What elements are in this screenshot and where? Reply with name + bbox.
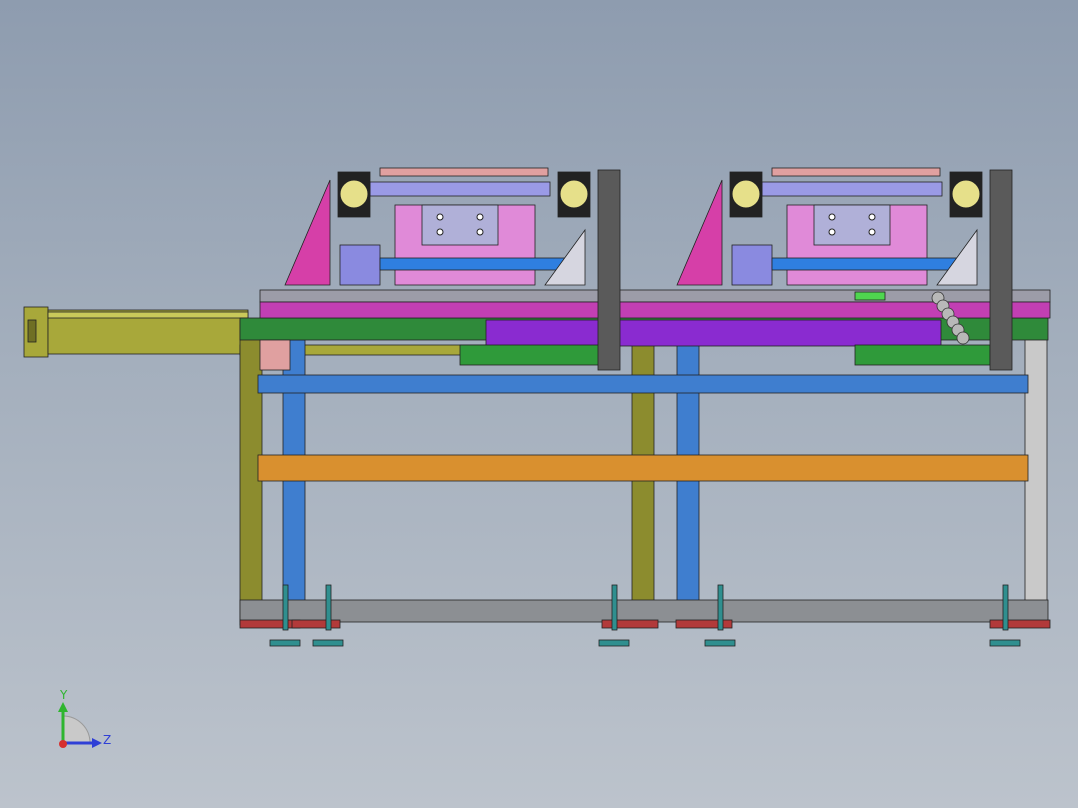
cylinder-port bbox=[27, 319, 37, 343]
foot-3-stem bbox=[611, 584, 618, 631]
station-left-bolt bbox=[476, 213, 484, 221]
foot-2-stem bbox=[325, 584, 332, 631]
triad-quarter-disc bbox=[62, 715, 91, 744]
station-left-right-gusset bbox=[544, 228, 586, 286]
foot-4-plate bbox=[704, 639, 736, 647]
x-axis-dot bbox=[59, 740, 67, 748]
station-left-bolt bbox=[436, 228, 444, 236]
chain-sensor bbox=[854, 291, 886, 301]
guide-block-right bbox=[854, 344, 991, 366]
station-right-lower-roller bbox=[771, 257, 958, 271]
station-left-bolt bbox=[436, 213, 444, 221]
base-beam bbox=[239, 599, 1049, 623]
station-left-motor-block bbox=[421, 204, 499, 246]
station-left-left-roller-face bbox=[339, 179, 369, 209]
station-right-bolt bbox=[828, 213, 836, 221]
axis-triad: Y Z bbox=[58, 688, 111, 748]
station-right-drive-motor bbox=[731, 244, 773, 286]
station-left-upper-shaft bbox=[369, 181, 551, 197]
station-right-right-gusset bbox=[936, 228, 978, 286]
station-left-side-gusset bbox=[284, 179, 331, 286]
base-pad-1 bbox=[239, 619, 301, 629]
station-right-side-plate bbox=[989, 169, 1013, 371]
station-right-left-roller-face bbox=[731, 179, 761, 209]
sliding-carriage-purple bbox=[485, 319, 942, 347]
station-right-right-roller-face bbox=[951, 179, 981, 209]
station-right-bolt bbox=[828, 228, 836, 236]
guide-block-left bbox=[459, 344, 601, 366]
top-rail-magenta bbox=[259, 301, 1051, 319]
station-right-top-plate bbox=[771, 167, 941, 177]
cylinder-highlight bbox=[47, 311, 249, 319]
station-right-upper-shaft bbox=[761, 181, 943, 197]
drag-chain-link bbox=[956, 331, 970, 345]
foot-5-plate bbox=[989, 639, 1021, 647]
foot-4-stem bbox=[717, 584, 724, 631]
station-left-bolt bbox=[476, 228, 484, 236]
crossbeam-blue bbox=[257, 374, 1029, 394]
base-pad-3 bbox=[601, 619, 659, 629]
station-left-lower-roller bbox=[379, 257, 566, 271]
machine-frame-group bbox=[23, 167, 1051, 647]
base-pad-4 bbox=[675, 619, 733, 629]
foot-1-plate bbox=[269, 639, 301, 647]
cylinder-mount-block bbox=[259, 339, 291, 371]
station-right-side-gusset bbox=[676, 179, 723, 286]
crossbeam-orange bbox=[257, 454, 1029, 482]
machine-assembly-drawing: Y Z bbox=[23, 167, 1051, 748]
foot-2-plate bbox=[312, 639, 344, 647]
foot-5-stem bbox=[1002, 584, 1009, 631]
station-left-side-plate bbox=[597, 169, 621, 371]
station-right-motor-block bbox=[813, 204, 891, 246]
station-left-drive-motor bbox=[339, 244, 381, 286]
cad-viewport[interactable]: Y Z bbox=[0, 0, 1078, 808]
y-axis-label: Y bbox=[59, 688, 68, 702]
base-pad-5 bbox=[989, 619, 1051, 629]
station-right-bolt bbox=[868, 228, 876, 236]
top-rail-gray bbox=[259, 289, 1051, 303]
foot-3-plate bbox=[598, 639, 630, 647]
foot-1-stem bbox=[282, 584, 289, 631]
y-axis-arrowhead bbox=[58, 702, 68, 712]
station-left-right-roller-face bbox=[559, 179, 589, 209]
base-pad-2 bbox=[291, 619, 341, 629]
z-axis-label: Z bbox=[103, 733, 111, 747]
station-right-bolt bbox=[868, 213, 876, 221]
station-left-top-plate bbox=[379, 167, 549, 177]
z-axis-arrowhead bbox=[92, 738, 102, 748]
